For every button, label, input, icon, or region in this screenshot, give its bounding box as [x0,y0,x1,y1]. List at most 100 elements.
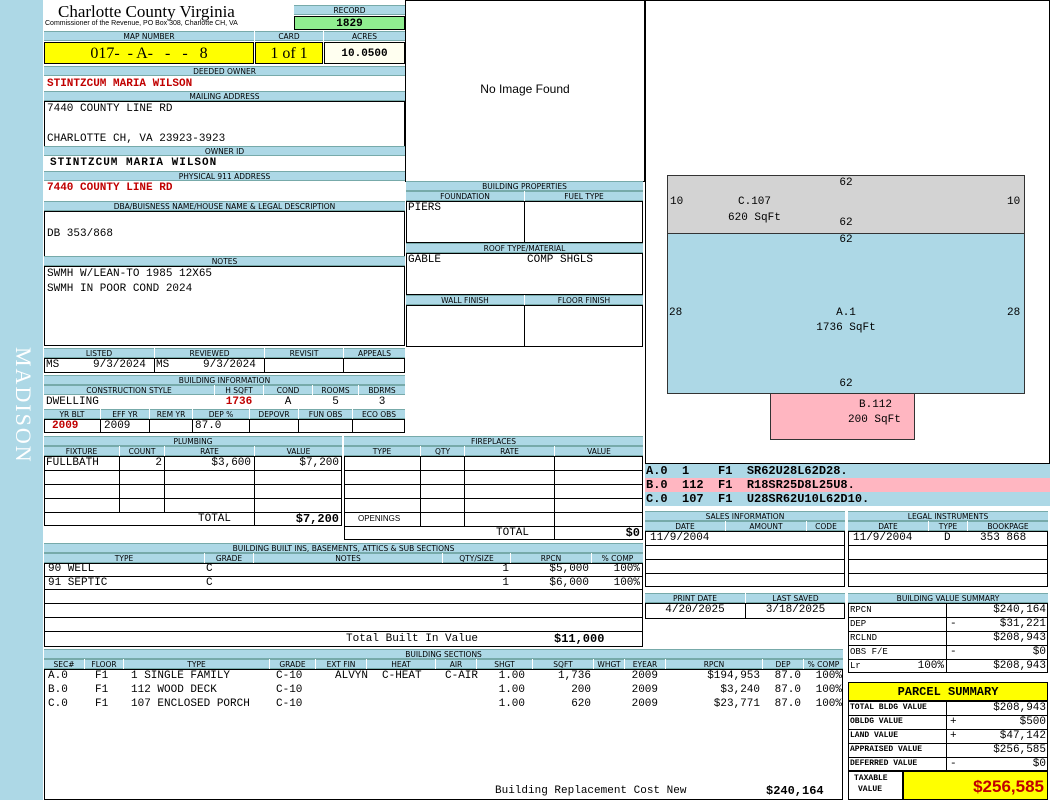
builtin-row-1-grade: C [206,563,213,575]
owner-id-header: OWNER ID [44,146,405,156]
sec-shgt-header: SHGT [477,659,532,669]
physical-address-header: PHYSICAL 911 ADDRESS [44,171,405,181]
plumbing-rate: $3,600 [211,457,251,469]
notes-line-1: SWMH W/LEAN-TO 1985 12X65 [47,268,213,280]
cond-header: COND [264,385,312,395]
section-row-3-comp: 100% [815,698,842,710]
card-header: CARD [255,31,323,41]
sketch-code-c-text: C.0 107 F1 U28SR62U10L62D10. [646,492,870,506]
main-name: A.1 [836,307,856,319]
foundation-value: PIERS [408,202,442,214]
depovr-header: DEPOVR [250,409,298,419]
sec-rpcn-header: RPCN [666,659,762,669]
section-row-1-comp: 100% [815,670,842,682]
last-saved-header: LAST SAVED [746,593,845,603]
builtin-row-1-rpcn: $5,000 [549,563,589,575]
porch-left-dim: 10 [670,196,684,208]
building-props-header: BUILDING PROPERTIES [406,181,643,191]
sec-air-header: AIR [436,659,476,669]
section-row-1-grade: C-10 [276,670,303,682]
sec-dep-header: DEP [763,659,803,669]
sec-grade-header: GRADE [270,659,315,669]
vs-lr-label: Lr [850,661,861,671]
record-header: RECORD [294,5,405,15]
sections-header: BUILDING SECTIONS [44,649,843,659]
vs-rclnd: $208,943 [993,632,1046,644]
fireplaces-header: FIREPLACES [344,436,643,446]
section-row-1-floor: F1 [95,670,109,682]
sec-floor-header: FLOOR [85,659,123,669]
vs-lr-pct: 100% [917,660,944,672]
section-row-1-heat: C-HEAT [382,670,422,682]
roof-material-value: COMP SHGLS [527,254,594,266]
section-row-3-floor: F1 [95,698,109,710]
district-name: MADISON [11,346,36,464]
section-row-2-sec: B.0 [48,684,68,696]
legal-date-header: DATE [848,521,928,531]
fireplace-value-header: VALUE [555,446,643,456]
listed-by: MS [46,359,60,371]
main-area: 1736 SqFt [816,322,876,334]
map-number-value: 017- - A- - - 8 [44,42,254,64]
physical-address-value: 7440 COUNTY LINE RD [47,182,173,194]
sec-extfin-header: EXT FIN [316,659,366,669]
notes-line-2: SWMH IN POOR COND 2024 [47,283,193,295]
ps-deferred-label: DEFERRED VALUE [850,759,918,768]
deeded-owner-header: DEEDED OWNER [44,66,405,76]
section-row-1-eyear: 2009 [631,670,658,682]
ps-land-label: LAND VALUE [850,731,899,740]
section-row-2-rpcn: $3,240 [720,684,760,696]
mailing-address-header: MAILING ADDRESS [44,91,405,101]
floor-finish-header: FLOOR FINISH [525,295,643,305]
ps-total-bldg-label: TOTAL BLDG VALUE [850,703,927,712]
owner-id-value: STINTZCUM MARIA WILSON [50,157,218,169]
ps-appraised: $256,585 [993,744,1046,756]
porch-bottom-dim: 62 [839,217,853,229]
legal-bookpage: 353 868 [980,532,1027,544]
porch-top-dim: 62 [839,177,853,189]
legal-bookpage-header: BOOKPAGE [968,521,1048,531]
listed-header: LISTED [44,348,154,358]
vs-dep-label: DEP [850,619,867,629]
builtin-row-2-qty: 1 [502,577,509,589]
dep-header: DEP % [193,409,249,419]
section-row-2-grade: C-10 [276,684,303,696]
section-row-1-type: 1 SINGLE FAMILY [131,670,231,682]
effyr-value: 2009 [104,420,131,432]
section-row-2-comp: 100% [815,684,842,696]
value-summary-header: BUILDING VALUE SUMMARY [848,593,1048,603]
builtin-row-2-type: 91 SEPTIC [48,577,108,589]
section-row-3-type: 107 ENCLOSED PORCH [131,698,250,710]
builtins-total-label: Total Built In Value [346,633,479,645]
last-saved-value: 3/18/2025 [765,604,826,616]
builtin-row-2-comp: 100% [613,577,640,589]
builtins-rpcn-header: RPCN [511,553,591,563]
section-row-2-eyear: 2009 [631,684,658,696]
builtins-comp-header: % COMP [592,553,643,563]
section-row-3-dep: 87.0 [774,698,801,710]
rooms-value: 5 [332,396,339,408]
construction-style-header: CONSTRUCTION STYLE [44,385,214,395]
section-row-3-rpcn: $23,771 [713,698,760,710]
porch-right-dim: 10 [1007,196,1021,208]
legal-date: 11/9/2004 [853,532,913,544]
vs-dep: $31,221 [999,618,1046,630]
fuel-type-header: FUEL TYPE [525,191,643,201]
listed-date: 9/3/2024 [93,359,146,371]
builtin-row-2-rpcn: $6,000 [549,577,589,589]
ps-obldg-label: OBLDG VALUE [850,717,903,726]
fireplace-rate-header: RATE [465,446,554,456]
fireplace-total: $0 [625,526,640,540]
sales-code-header: CODE [807,521,845,531]
vs-rclnd-label: RCLND [850,633,878,643]
builtins-type-header: TYPE [44,553,204,563]
sec-type-header: TYPE [124,659,269,669]
section-row-3-eyear: 2009 [631,698,658,710]
section-row-1-air: C-AIR [445,670,479,682]
sec-whgt-header: WHGT [594,659,624,669]
effyr-header: EFF YR [101,409,149,419]
legal-type-header: TYPE [929,521,967,531]
cond-value: A [284,396,292,408]
section-row-1-extfin: ALVYN [335,670,369,682]
reviewed-date: 9/3/2024 [203,359,256,371]
